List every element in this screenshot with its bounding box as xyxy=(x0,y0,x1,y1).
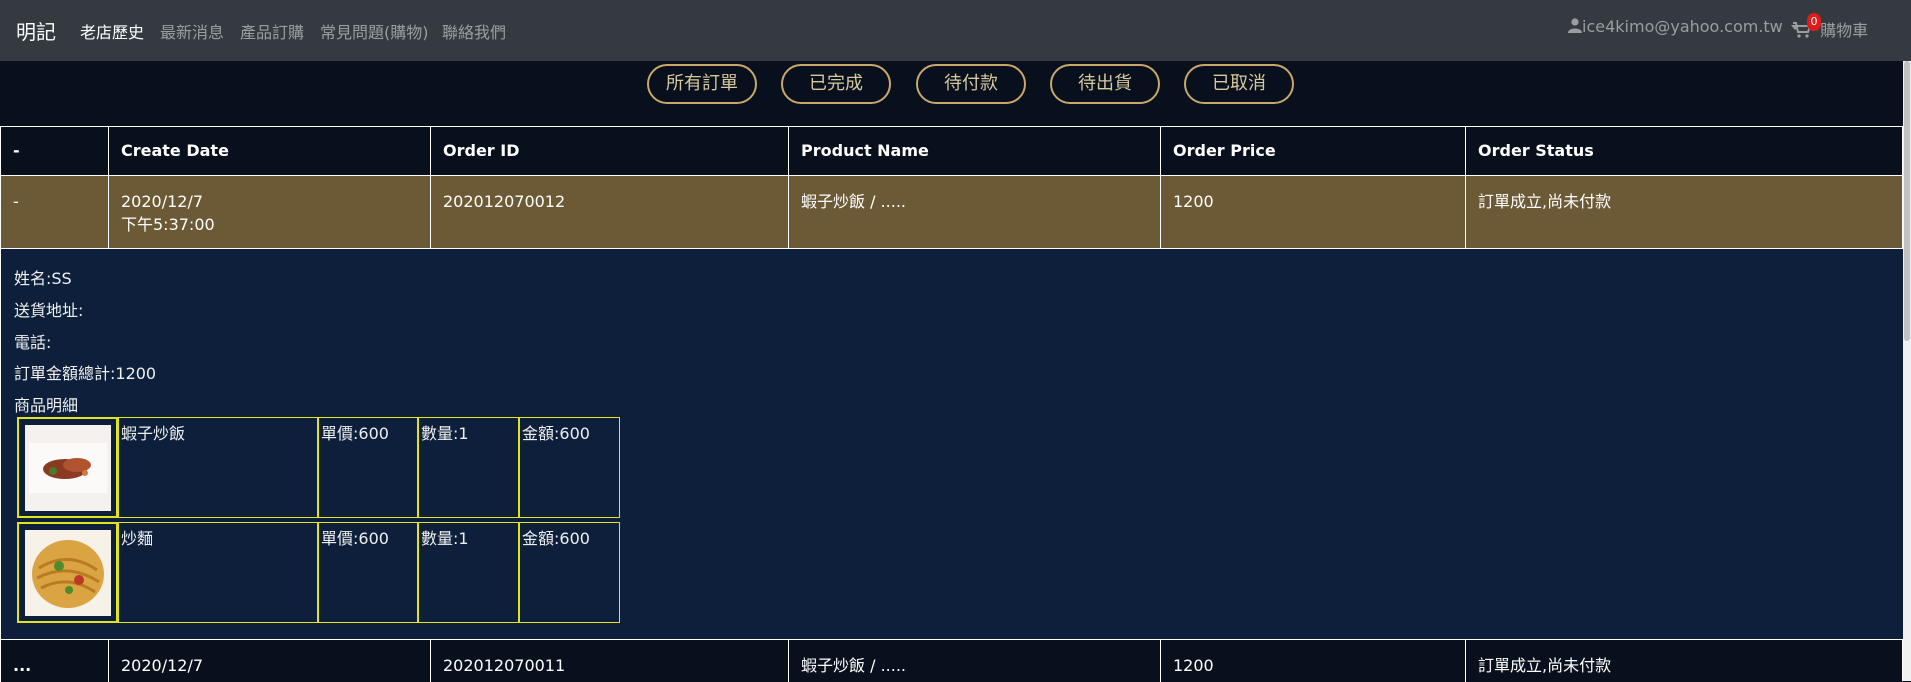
item-name: 蝦子炒飯 xyxy=(118,417,318,518)
column-header-create-date: Create Date xyxy=(108,127,430,175)
row-order-id: 202012070011 xyxy=(430,640,788,682)
row-toggle[interactable]: - xyxy=(0,176,108,248)
item-unit-price: 單價:600 xyxy=(318,417,418,518)
column-header-order-price: Order Price xyxy=(1160,127,1465,175)
page-scrollbar[interactable] xyxy=(1903,61,1911,681)
user-menu-dropdown[interactable]: ice4kimo@yahoo.com.tw xyxy=(1568,17,1799,36)
item-quantity: 數量:1 xyxy=(418,417,519,518)
scrollbar-thumb[interactable] xyxy=(1904,61,1910,341)
row-create-date: 2020/12/7 xyxy=(108,640,430,682)
row-create-date: 2020/12/7 下午5:37:00 xyxy=(108,176,430,248)
table-row[interactable]: ... 2020/12/7 202012070011 蝦子炒飯 / ..... … xyxy=(0,639,1903,682)
top-navbar: 明記 老店歷史 最新消息 產品訂購 常見問題(購物) 聯絡我們 ice4kimo… xyxy=(0,0,1911,61)
filter-all-orders-button[interactable]: 所有訂單 xyxy=(647,64,757,104)
item-image-cell xyxy=(17,417,118,518)
nav-link-order-products[interactable]: 產品訂購 xyxy=(240,19,304,43)
user-email: ice4kimo@yahoo.com.tw xyxy=(1582,17,1783,36)
fried-noodles-image xyxy=(25,530,111,616)
filter-pending-payment-button[interactable]: 待付款 xyxy=(916,64,1026,104)
item-amount: 金額:600 xyxy=(519,522,620,623)
row-order-price: 1200 xyxy=(1160,176,1465,248)
filter-pending-shipment-button[interactable]: 待出貨 xyxy=(1050,64,1160,104)
cart-count-badge: 0 xyxy=(1807,13,1821,31)
item-unit-price: 單價:600 xyxy=(318,522,418,623)
item-amount: 金額:600 xyxy=(519,417,620,518)
cart-link[interactable]: 0 購物車 xyxy=(1793,13,1869,41)
nav-link-contact[interactable]: 聯絡我們 xyxy=(442,19,506,43)
detail-customer-name: 姓名:SS xyxy=(14,269,72,288)
detail-items-title: 商品明細 xyxy=(14,396,79,415)
detail-shipping-address: 送貨地址: xyxy=(14,301,84,320)
item-image-cell xyxy=(17,522,118,623)
brand-logo[interactable]: 明記 xyxy=(16,16,56,45)
row-order-status: 訂單成立,尚未付款 xyxy=(1465,176,1902,248)
cart-label: 購物車 xyxy=(1820,21,1869,40)
shrimp-fried-rice-image xyxy=(25,425,111,511)
filter-cancelled-button[interactable]: 已取消 xyxy=(1184,64,1294,104)
user-icon xyxy=(1568,18,1582,33)
filter-completed-button[interactable]: 已完成 xyxy=(781,64,891,104)
item-quantity: 數量:1 xyxy=(418,522,519,623)
row-order-id: 202012070012 xyxy=(430,176,788,248)
row-product-name: 蝦子炒飯 / ..... xyxy=(788,176,1160,248)
row-date: 2020/12/7 xyxy=(121,192,204,211)
detail-order-total: 訂單金額總計:1200 xyxy=(14,364,157,383)
nav-link-news[interactable]: 最新消息 xyxy=(160,19,224,43)
row-order-price: 1200 xyxy=(1160,640,1465,682)
column-header-order-id: Order ID xyxy=(430,127,788,175)
table-row[interactable]: - 2020/12/7 下午5:37:00 202012070012 蝦子炒飯 … xyxy=(0,176,1903,249)
column-header-order-status: Order Status xyxy=(1465,127,1902,175)
order-detail-panel: 姓名:SS 送貨地址: 電話: 訂單金額總計:1200 商品明細 蝦子炒飯 單價… xyxy=(0,249,1903,639)
row-order-status: 訂單成立,尚未付款 xyxy=(1465,640,1902,682)
row-product-name: 蝦子炒飯 / ..... xyxy=(788,640,1160,682)
nav-link-history[interactable]: 老店歷史 xyxy=(80,19,144,43)
table-header-row: - Create Date Order ID Product Name Orde… xyxy=(0,126,1903,176)
detail-phone: 電話: xyxy=(14,333,52,352)
column-header-toggle: - xyxy=(0,127,108,175)
row-toggle[interactable]: ... xyxy=(0,640,108,682)
row-time: 下午5:37:00 xyxy=(121,215,215,234)
column-header-product-name: Product Name xyxy=(788,127,1160,175)
item-name: 炒麵 xyxy=(118,522,318,623)
nav-link-faq[interactable]: 常見問題(購物) xyxy=(320,19,429,43)
